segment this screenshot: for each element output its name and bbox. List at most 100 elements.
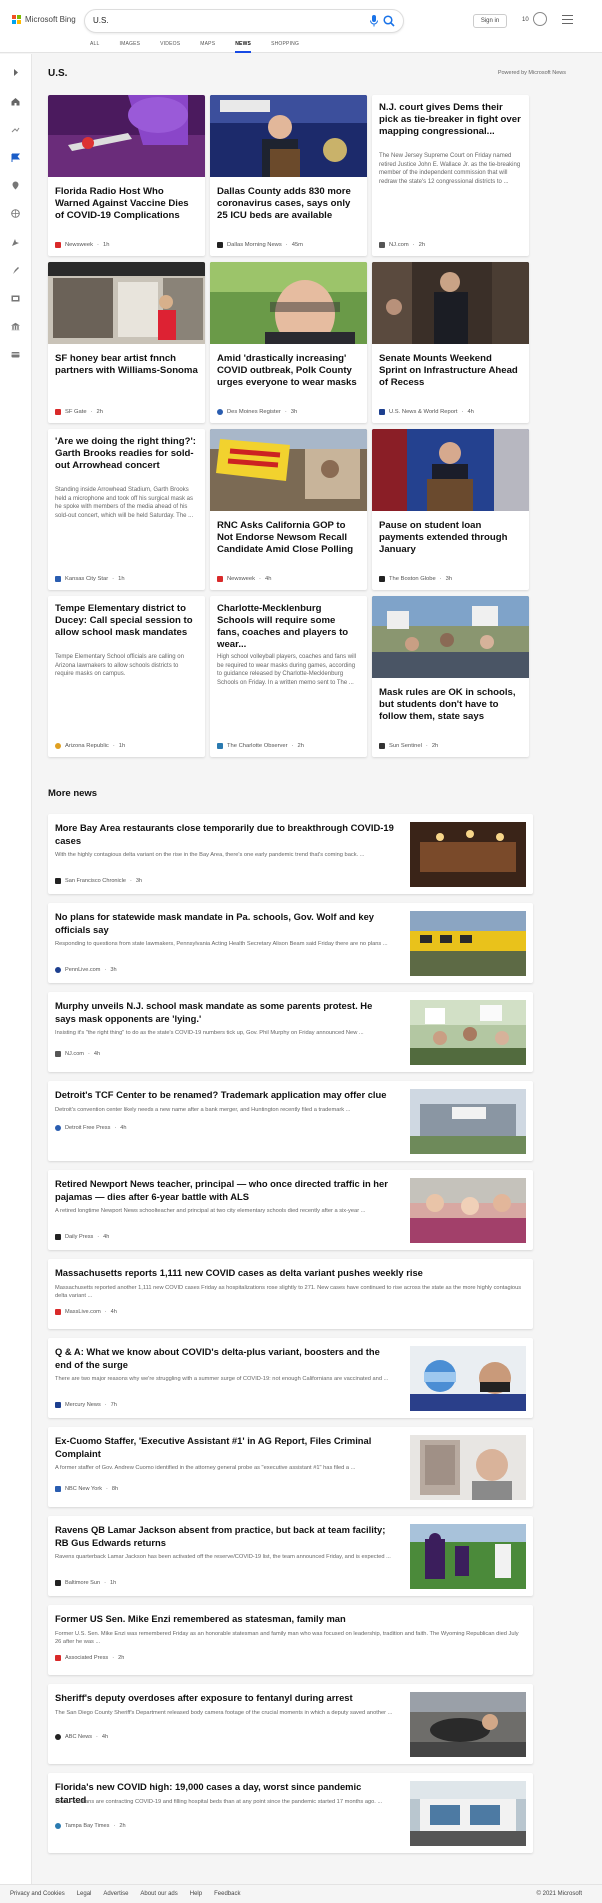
card-title[interactable]: Charlotte-Mecklenburg Schools will requi… (217, 603, 360, 651)
card-title[interactable]: 'Are we doing the right thing?': Garth B… (55, 436, 198, 472)
news-card[interactable]: SF honey bear artist fnnch partners with… (48, 262, 205, 423)
source-sep: · (291, 743, 294, 749)
news-card[interactable]: Senate Mounts Weekend Sprint on Infrastr… (372, 262, 529, 423)
tab-videos[interactable]: VIDEOS (160, 41, 180, 53)
item-title[interactable]: Ravens QB Lamar Jackson absent from prac… (55, 1524, 395, 1549)
item-title[interactable]: No plans for statewide mask mandate in P… (55, 911, 395, 936)
search-box[interactable]: U.S. (84, 9, 404, 33)
source-sep: · (112, 1655, 115, 1661)
us-flag-icon[interactable] (11, 153, 20, 162)
footer-link-about-ads[interactable]: About our ads (140, 1891, 177, 1897)
source-logo-icon (379, 242, 385, 248)
bing-logo[interactable]: Microsoft Bing (12, 15, 76, 24)
money-icon[interactable] (11, 350, 20, 359)
more-news-item[interactable]: Sheriff's deputy overdoses after exposur… (48, 1684, 533, 1764)
tab-shopping[interactable]: SHOPPING (271, 41, 299, 53)
sign-in-button[interactable]: Sign in (473, 14, 507, 28)
card-title[interactable]: N.J. court gives Dems their pick as tie-… (379, 102, 522, 138)
more-news-item[interactable]: More Bay Area restaurants close temporar… (48, 814, 533, 894)
location-icon[interactable] (11, 181, 20, 190)
source-name: NBC New York (65, 1486, 102, 1492)
footer-link-feedback[interactable]: Feedback (214, 1891, 240, 1897)
card-title[interactable]: Pause on student loan payments extended … (379, 520, 522, 556)
card-image (210, 429, 367, 511)
entertainment-icon[interactable] (11, 294, 20, 303)
news-card[interactable]: Mask rules are OK in schools, but studen… (372, 596, 529, 757)
item-title[interactable]: Massachusetts reports 1,111 new COVID ca… (55, 1267, 523, 1280)
tab-news[interactable]: NEWS (235, 41, 251, 53)
home-icon[interactable] (11, 97, 20, 106)
card-title[interactable]: RNC Asks California GOP to Not Endorse N… (217, 520, 360, 556)
more-news-item[interactable]: Massachusetts reports 1,111 new COVID ca… (48, 1259, 533, 1329)
source-name: SF Gate (65, 409, 87, 415)
news-card[interactable]: Florida Radio Host Who Warned Against Va… (48, 95, 205, 256)
search-input[interactable]: U.S. (93, 16, 109, 25)
card-title[interactable]: SF honey bear artist fnnch partners with… (55, 353, 198, 377)
science-icon[interactable] (11, 266, 20, 275)
card-title[interactable]: Senate Mounts Weekend Sprint on Infrastr… (379, 353, 522, 389)
more-news-item[interactable]: Detroit's TCF Center to be renamed? Trad… (48, 1081, 533, 1161)
microphone-icon[interactable] (369, 15, 379, 27)
card-title[interactable]: Tempe Elementary district to Ducey: Call… (55, 603, 198, 639)
card-title[interactable]: Mask rules are OK in schools, but studen… (379, 687, 522, 723)
tab-images[interactable]: IMAGES (120, 41, 141, 53)
tab-maps[interactable]: MAPS (200, 41, 215, 53)
more-news-item[interactable]: Retired Newport News teacher, principal … (48, 1170, 533, 1250)
politics-icon[interactable] (11, 238, 20, 247)
news-card[interactable]: Tempe Elementary district to Ducey: Call… (48, 596, 205, 757)
footer-link-privacy[interactable]: Privacy and Cookies (10, 1891, 65, 1897)
item-title[interactable]: Sheriff's deputy overdoses after exposur… (55, 1692, 395, 1705)
more-news-item[interactable]: Ex-Cuomo Staffer, 'Executive Assistant #… (48, 1427, 533, 1507)
news-card[interactable]: RNC Asks California GOP to Not Endorse N… (210, 429, 367, 590)
expand-chevron-icon[interactable] (11, 68, 20, 77)
source-sep: · (87, 1051, 90, 1057)
news-card[interactable]: Amid 'drastically increasing' COVID outb… (210, 262, 367, 423)
more-news-item[interactable]: Q & A: What we know about COVID's delta-… (48, 1338, 533, 1418)
item-title[interactable]: Former US Sen. Mike Enzi remembered as s… (55, 1613, 523, 1626)
card-title[interactable]: Dallas County adds 830 more coronavirus … (217, 186, 360, 222)
world-icon[interactable] (11, 209, 20, 218)
more-news-item[interactable]: Florida's new COVID high: 19,000 cases a… (48, 1773, 533, 1853)
source-sep: · (104, 1309, 107, 1315)
source-sep: · (97, 1234, 100, 1240)
business-icon[interactable] (11, 322, 20, 331)
more-news-item[interactable]: No plans for statewide mask mandate in P… (48, 903, 533, 983)
footer-link-legal[interactable]: Legal (77, 1891, 92, 1897)
item-title[interactable]: Detroit's TCF Center to be renamed? Trad… (55, 1089, 395, 1102)
more-news-item[interactable]: Ravens QB Lamar Jackson absent from prac… (48, 1516, 533, 1596)
source-time: 3h (135, 878, 143, 884)
item-title[interactable]: Ex-Cuomo Staffer, 'Executive Assistant #… (55, 1435, 395, 1460)
footer-link-help[interactable]: Help (190, 1891, 202, 1897)
powered-by-label[interactable]: Powered by Microsoft News (498, 70, 566, 76)
card-title[interactable]: Amid 'drastically increasing' COVID outb… (217, 353, 360, 389)
rewards-points[interactable]: 10 (522, 17, 529, 23)
item-snippet: The San Diego County Sheriff's Departmen… (55, 1710, 393, 1716)
item-title[interactable]: More Bay Area restaurants close temporar… (55, 822, 395, 847)
source-logo-icon (55, 878, 61, 884)
menu-icon[interactable] (562, 15, 573, 24)
item-title[interactable]: Retired Newport News teacher, principal … (55, 1178, 395, 1203)
news-card[interactable]: Charlotte-Mecklenburg Schools will requi… (210, 596, 367, 757)
logo-text: Microsoft Bing (25, 15, 76, 24)
source-time: 4h (110, 1309, 117, 1315)
more-news-item[interactable]: Murphy unveils N.J. school mask mandate … (48, 992, 533, 1072)
item-title[interactable]: Q & A: What we know about COVID's delta-… (55, 1346, 395, 1371)
news-card[interactable]: N.J. court gives Dems their pick as tie-… (372, 95, 529, 256)
card-source: The Boston Globe · 3h (379, 576, 452, 582)
card-title[interactable]: Florida Radio Host Who Warned Against Va… (55, 186, 198, 222)
source-sep: · (104, 967, 107, 973)
item-snippet: There are two major reasons why we're st… (55, 1376, 389, 1382)
tab-all[interactable]: ALL (90, 41, 100, 53)
section-title: U.S. (48, 68, 68, 79)
item-title[interactable]: Murphy unveils N.J. school mask mandate … (55, 1000, 395, 1025)
search-icon[interactable] (383, 15, 395, 27)
news-card[interactable]: Pause on student loan payments extended … (372, 429, 529, 590)
news-card[interactable]: 'Are we doing the right thing?': Garth B… (48, 429, 205, 590)
trending-icon[interactable] (11, 125, 20, 134)
more-news-item[interactable]: Former US Sen. Mike Enzi remembered as s… (48, 1605, 533, 1675)
footer-link-advertise[interactable]: Advertise (103, 1891, 128, 1897)
item-snippet: Massachusetts reported another 1,111 new… (55, 1285, 522, 1300)
rewards-trophy-icon[interactable] (533, 12, 547, 26)
news-card[interactable]: Dallas County adds 830 more coronavirus … (210, 95, 367, 256)
source-logo-icon (55, 1234, 61, 1240)
